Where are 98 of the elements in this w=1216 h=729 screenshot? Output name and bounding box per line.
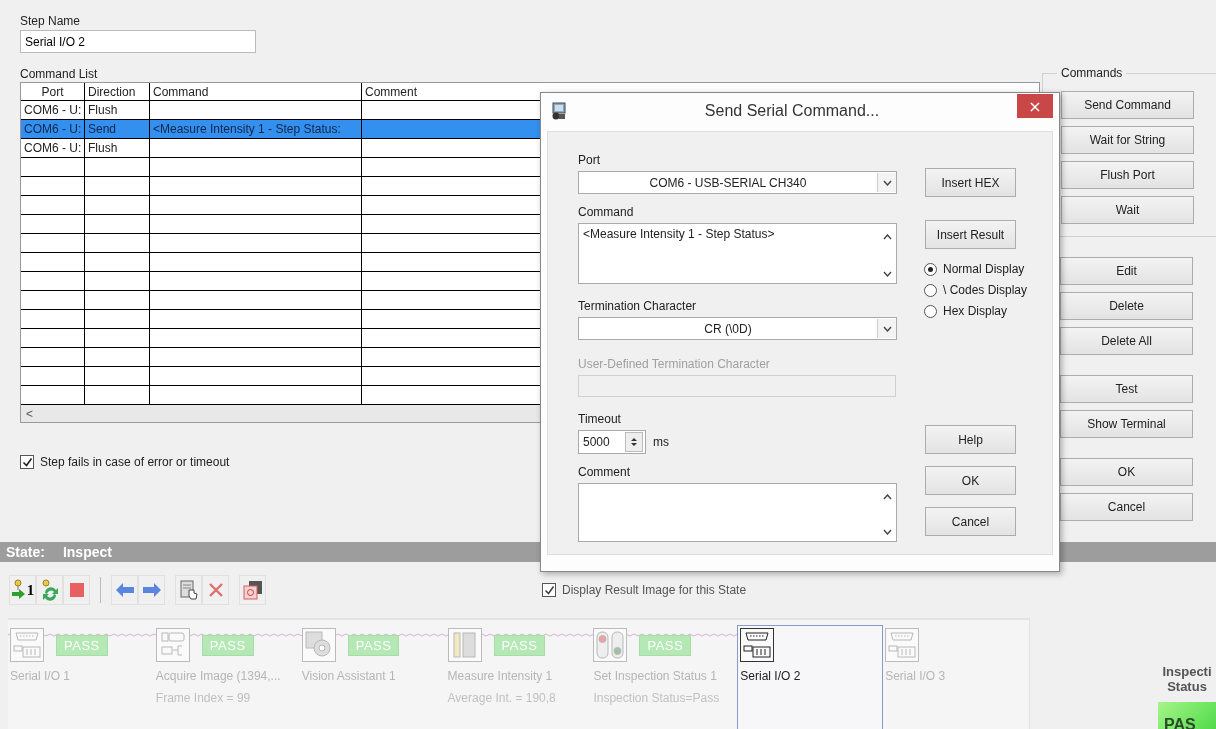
step-name: Set Inspection Status 1 bbox=[593, 668, 718, 684]
field-label: Step Name bbox=[20, 14, 81, 29]
radio-label: \ Codes Display bbox=[943, 282, 1028, 298]
table-cell: COM6 - U: bbox=[21, 120, 85, 138]
termination-input[interactable] bbox=[578, 375, 896, 397]
close-button[interactable]: × bbox=[1017, 94, 1053, 118]
back-button[interactable] bbox=[111, 575, 138, 605]
status-badge: PASS bbox=[639, 634, 692, 656]
checkbox-label: Display Result Image for this State bbox=[562, 583, 747, 597]
step-name: Serial I/O 1 bbox=[10, 668, 72, 684]
command-button[interactable]: Wait bbox=[1061, 196, 1194, 224]
run-arrow-icon bbox=[10, 579, 27, 601]
check-icon bbox=[543, 584, 555, 596]
traffic-light-icon bbox=[593, 628, 628, 662]
field-label: Timeout bbox=[578, 411, 621, 427]
command-button[interactable]: Delete All bbox=[1060, 327, 1193, 355]
state-name: Inspect bbox=[62, 544, 112, 560]
command-button[interactable]: OK bbox=[1060, 458, 1193, 486]
inspection-status-label: Inspecti bbox=[1161, 664, 1213, 679]
run-once-button[interactable]: 1 bbox=[9, 575, 36, 605]
caret-down-icon[interactable] bbox=[882, 271, 892, 277]
document-hand-icon bbox=[179, 580, 198, 600]
radio-button[interactable] bbox=[924, 304, 937, 318]
checkbox-label: Step fails in case of error or timeout bbox=[40, 455, 230, 469]
field-label: User-Defined Termination Character bbox=[578, 356, 770, 372]
step-item[interactable]: Serial I/O 2 bbox=[737, 625, 884, 729]
serial-port-icon bbox=[740, 628, 775, 662]
status-badge: PASS bbox=[56, 634, 108, 656]
step-name: Acquire Image (1394,... bbox=[155, 668, 282, 684]
spin-arrows-icon[interactable] bbox=[629, 436, 639, 448]
command-button[interactable]: Send Command bbox=[1061, 91, 1194, 119]
table-cell: <Measure Intensity 1 - Step Status: bbox=[150, 120, 362, 138]
stop-button[interactable] bbox=[63, 575, 90, 605]
run-loop-button[interactable] bbox=[36, 575, 63, 605]
status-badge: PASS bbox=[347, 634, 400, 656]
dialog-title: Send Serial Command... bbox=[703, 102, 881, 120]
status-badge: PASS bbox=[201, 634, 254, 656]
step-name: Vision Assistant 1 bbox=[301, 668, 397, 684]
command-button[interactable]: Delete bbox=[1060, 292, 1193, 320]
status-badge: PASS bbox=[493, 634, 546, 656]
dialog-button[interactable]: Cancel bbox=[925, 507, 1016, 536]
port-dropdown[interactable]: COM6 - USB-SERIAL CH340 bbox=[578, 171, 897, 194]
step-name: Measure Intensity 1 bbox=[447, 668, 554, 684]
inspection-status-label: Status bbox=[1166, 679, 1208, 694]
command-button[interactable]: Edit bbox=[1060, 257, 1193, 285]
caret-down-icon[interactable] bbox=[882, 529, 892, 535]
command-button[interactable]: Cancel bbox=[1060, 493, 1193, 521]
caret-up-icon[interactable] bbox=[882, 234, 892, 240]
column-header[interactable]: Command bbox=[150, 83, 362, 100]
state-label: State: bbox=[6, 544, 45, 560]
serial-port-icon bbox=[885, 628, 920, 662]
field-label: Command bbox=[578, 204, 634, 220]
scroll-left-arrow[interactable]: < bbox=[21, 406, 38, 421]
left-arrow-icon bbox=[115, 583, 134, 597]
table-cell: Flush bbox=[85, 101, 150, 119]
check-icon bbox=[21, 456, 33, 468]
radio-label: Hex Display bbox=[943, 303, 1008, 319]
command-button[interactable]: Show Terminal bbox=[1060, 410, 1193, 438]
command-button[interactable]: Flush Port bbox=[1061, 161, 1194, 189]
radio-button[interactable] bbox=[924, 283, 937, 297]
command-button[interactable]: Test bbox=[1060, 375, 1193, 403]
dialog-button[interactable]: Help bbox=[925, 425, 1016, 454]
dialog-button[interactable]: OK bbox=[925, 466, 1016, 495]
caret-down-icon bbox=[882, 179, 892, 186]
stop-icon bbox=[69, 583, 84, 597]
delete-button[interactable] bbox=[202, 575, 229, 605]
command-text-area[interactable]: <Measure Intensity 1 - Step Status> bbox=[578, 223, 897, 284]
caret-up-icon[interactable] bbox=[882, 494, 892, 500]
checkbox[interactable] bbox=[20, 455, 34, 469]
checkbox[interactable] bbox=[542, 583, 556, 597]
radio-button[interactable] bbox=[924, 262, 937, 276]
command-button[interactable]: Wait for String bbox=[1061, 126, 1194, 154]
layers-icon bbox=[242, 580, 263, 600]
timeout-spinbox[interactable]: 5000 bbox=[578, 430, 646, 454]
step-name: Serial I/O 2 bbox=[740, 668, 802, 684]
right-arrow-icon bbox=[142, 583, 161, 597]
table-cell: Send bbox=[85, 120, 150, 138]
insert-result-button[interactable]: Insert Result bbox=[925, 220, 1016, 249]
unit-label: ms bbox=[653, 435, 669, 449]
field-label: Termination Character bbox=[578, 298, 697, 314]
step-name: Serial I/O 3 bbox=[885, 668, 947, 684]
step-name-field[interactable]: Serial I/O 2 bbox=[20, 30, 256, 53]
table-cell: Flush bbox=[85, 139, 150, 157]
column-header[interactable]: Port bbox=[21, 83, 85, 100]
edit-step-button[interactable] bbox=[175, 575, 202, 605]
caret-down-icon bbox=[882, 325, 892, 332]
computer-icon bbox=[551, 102, 567, 120]
field-label: Command List bbox=[20, 67, 98, 82]
table-cell: COM6 - U: bbox=[21, 101, 85, 119]
insert-hex-button[interactable]: Insert HEX bbox=[925, 168, 1016, 197]
forward-button[interactable] bbox=[138, 575, 165, 605]
radio-label: Normal Display bbox=[943, 261, 1025, 277]
field-label: Comment bbox=[578, 464, 630, 480]
table-cell: COM6 - U: bbox=[21, 139, 85, 157]
column-header[interactable]: Direction bbox=[85, 83, 150, 100]
termination-dropdown[interactable]: CR (\0D) bbox=[578, 317, 897, 340]
state-button[interactable] bbox=[239, 575, 266, 605]
delete-icon bbox=[207, 582, 224, 598]
